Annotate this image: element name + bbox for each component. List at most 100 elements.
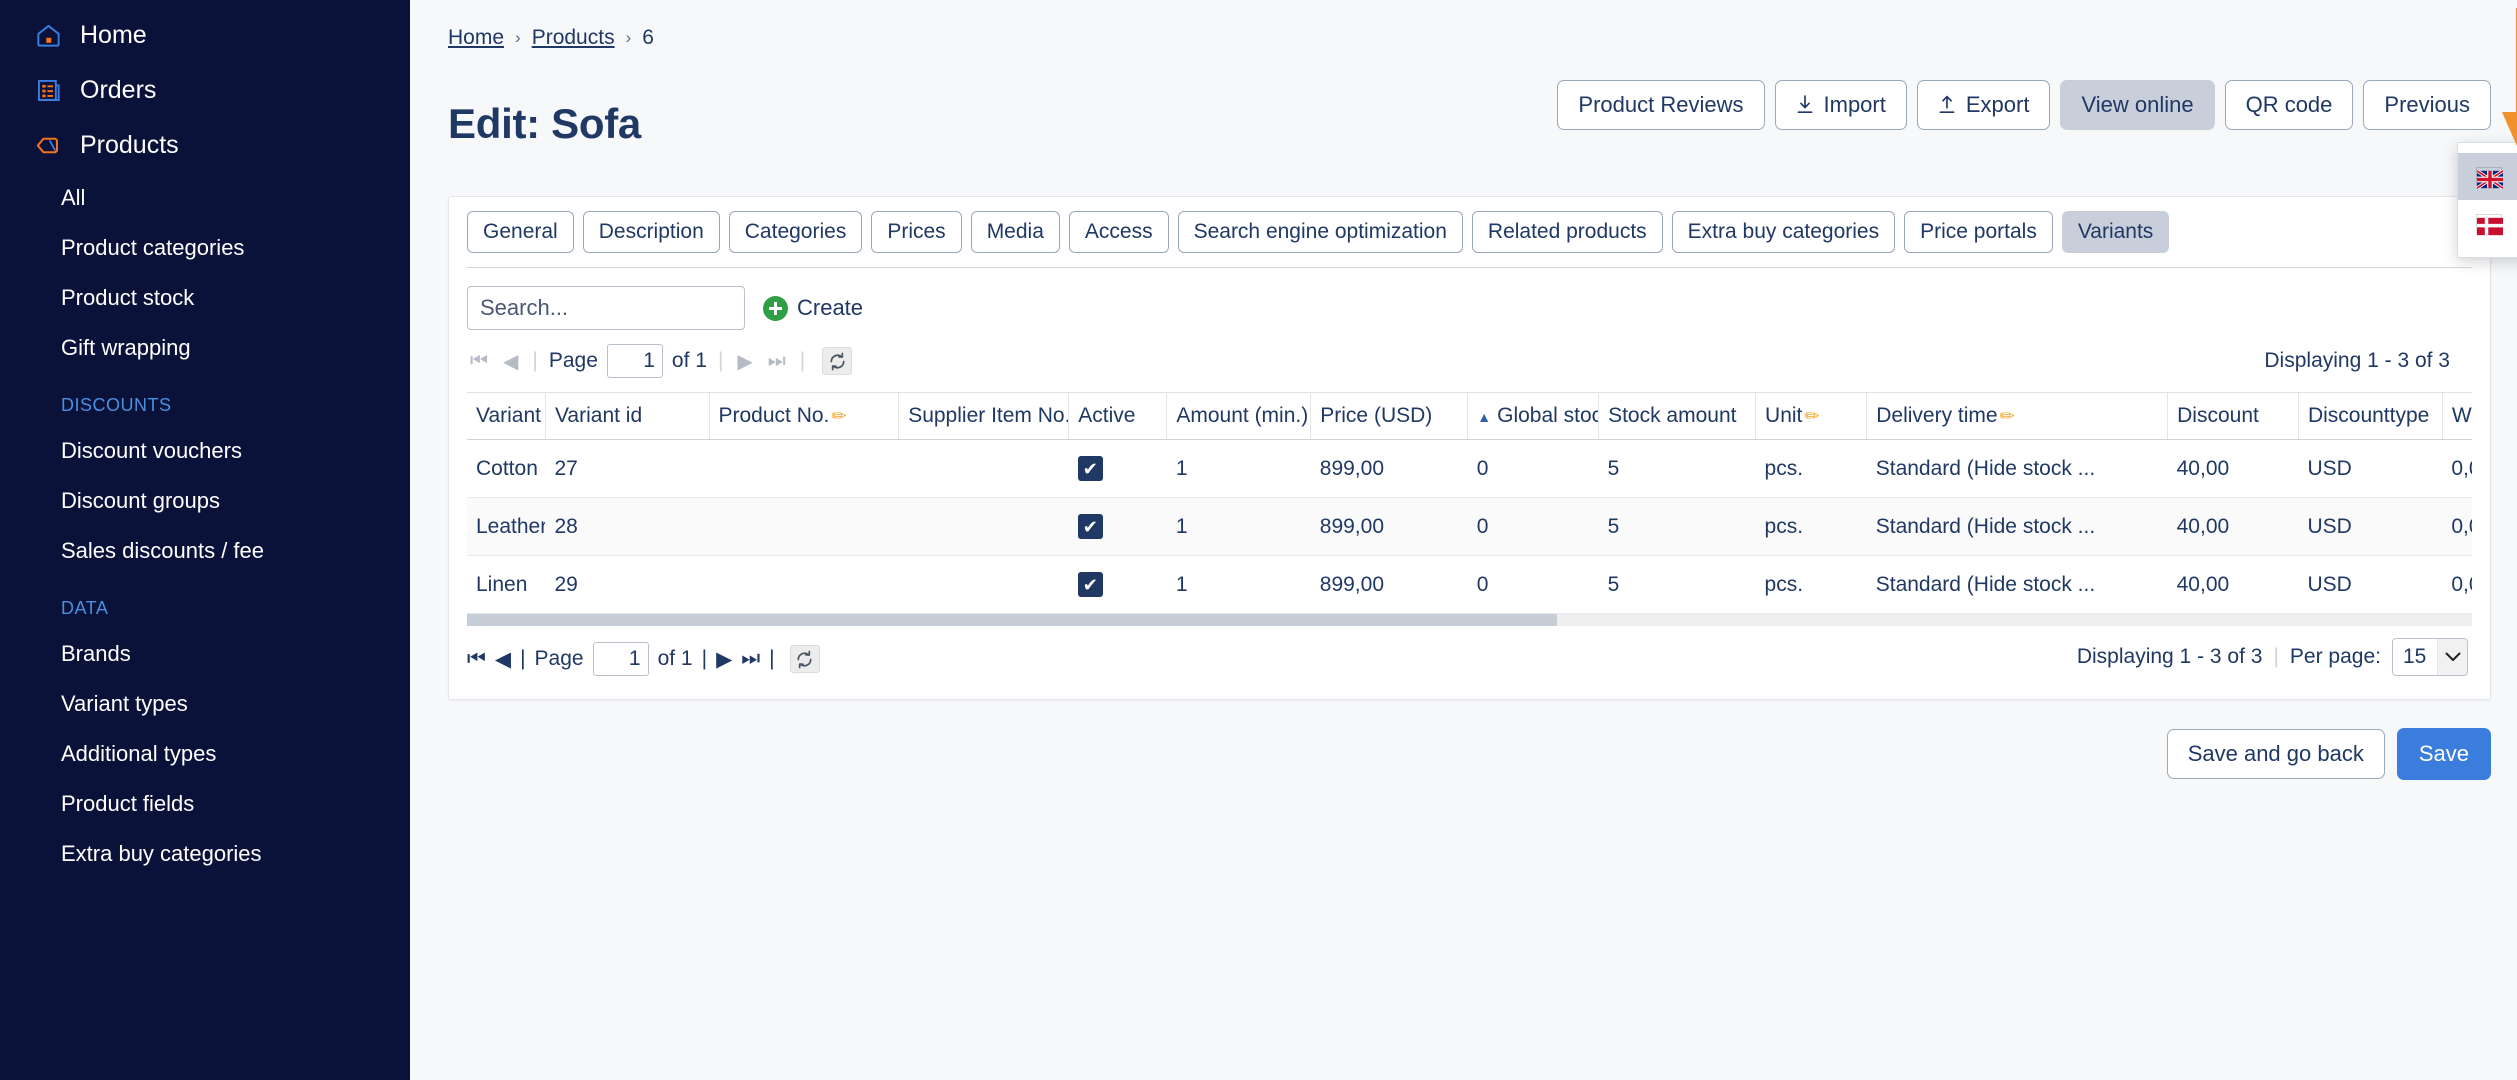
refresh-icon[interactable] — [789, 645, 820, 673]
column-header-global-stock[interactable]: ▲ Global stock — [1467, 393, 1600, 440]
breadcrumb-products[interactable]: Products — [532, 26, 615, 50]
next-page-icon[interactable]: ▶ — [734, 349, 755, 374]
refresh-icon[interactable] — [822, 347, 853, 375]
breadcrumb-home[interactable]: Home — [448, 26, 504, 50]
table-row[interactable]: Linen 29 ✔ 1 899,00 0 5 pcs. Standard (H… — [467, 555, 2472, 614]
scrollbar-thumb[interactable] — [467, 614, 1557, 626]
sidebar-item-home[interactable]: Home — [0, 8, 410, 63]
column-label: Supplier Item No. — [908, 404, 1069, 427]
edit-pencil-icon[interactable]: ✏ — [2000, 406, 2015, 426]
sidebar-item-brands[interactable]: Brands — [0, 629, 410, 679]
sidebar-item-discount-vouchers[interactable]: Discount vouchers — [0, 426, 410, 476]
edit-pencil-icon[interactable]: ✏ — [1804, 406, 1819, 426]
sidebar-item-gift-wrapping[interactable]: Gift wrapping — [0, 323, 410, 373]
tab-search-engine-optimization[interactable]: Search engine optimization — [1177, 211, 1463, 253]
next-page-icon[interactable]: ▶ — [716, 647, 732, 672]
cell-discounttype: USD — [2298, 497, 2443, 556]
column-header-product-no[interactable]: Product No. ✏ — [709, 393, 900, 440]
sidebar-item-discount-groups[interactable]: Discount groups — [0, 476, 410, 526]
active-checkbox[interactable]: ✔ — [1077, 572, 1103, 597]
export-button[interactable]: Export — [1916, 80, 2051, 131]
tab-related-products[interactable]: Related products — [1471, 211, 1663, 253]
tab-prices[interactable]: Prices — [871, 211, 962, 253]
last-page-icon[interactable]: ⏭ — [741, 647, 760, 671]
last-page-icon[interactable]: ⏭ — [765, 350, 789, 373]
cell-unit: pcs. — [1755, 555, 1867, 614]
column-header-discount[interactable]: Discount — [2167, 393, 2299, 440]
page-number-input[interactable] — [606, 344, 663, 378]
sidebar-item-products[interactable]: Products — [0, 118, 410, 173]
sidebar-item-orders[interactable]: Orders — [0, 63, 410, 118]
cell-product-no — [709, 555, 899, 614]
column-header-variant[interactable]: Variant — [467, 393, 546, 440]
column-label: Discount — [2177, 404, 2259, 427]
sidebar-item-additional-types[interactable]: Additional types — [0, 729, 410, 779]
column-header-weight-kg[interactable]: Weight kg — [2442, 393, 2472, 440]
tab-media[interactable]: Media — [970, 211, 1060, 253]
cell-unit: pcs. — [1755, 439, 1867, 498]
variants-table: Variant Variant id Product No. ✏ Supplier… — [467, 393, 2472, 614]
sidebar-item-all[interactable]: All — [0, 173, 410, 223]
view-online-button[interactable]: View online — [2060, 80, 2215, 131]
tab-extra-buy-categories[interactable]: Extra buy categories — [1671, 211, 1896, 253]
page-label: Page — [534, 647, 584, 670]
cell-global-stock: 0 — [1467, 439, 1599, 498]
previous-page-icon[interactable]: ◀ — [500, 349, 521, 374]
first-page-icon[interactable]: ⏮ — [467, 350, 491, 373]
sidebar-item-extra-buy-categories[interactable]: Extra buy categories — [0, 829, 410, 879]
column-header-amount-min[interactable]: Amount (min.) — [1166, 393, 1312, 440]
previous-button[interactable]: Previous — [2363, 80, 2491, 131]
pager-divider: | — [799, 349, 806, 372]
column-label: Product No. — [718, 404, 830, 427]
tab-variants[interactable]: Variants — [2061, 211, 2170, 253]
column-header-price-usd[interactable]: Price (USD) — [1310, 393, 1469, 440]
column-header-stock-amount[interactable]: Stock amount — [1598, 393, 1757, 440]
product-reviews-button[interactable]: Product Reviews — [1557, 80, 1765, 131]
tab-price-portals[interactable]: Price portals — [1904, 211, 2053, 253]
sidebar-item-product-categories[interactable]: Product categories — [0, 223, 410, 273]
table-row[interactable]: Leather 28 ✔ 1 899,00 0 5 pcs. Standard … — [467, 497, 2472, 556]
column-label: Unit — [1765, 404, 1803, 427]
uk-flag-icon — [2476, 167, 2504, 190]
cell-variant-id: 29 — [545, 555, 709, 614]
save-and-go-back-button[interactable]: Save and go back — [2166, 728, 2385, 780]
save-button[interactable]: Save — [2396, 728, 2491, 780]
create-button[interactable]: Create — [763, 295, 863, 321]
grid-toolbar: Create — [467, 286, 2472, 330]
column-header-active[interactable]: Active — [1068, 393, 1168, 440]
column-header-unit[interactable]: Unit ✏ — [1755, 393, 1868, 440]
sidebar-item-product-fields[interactable]: Product fields — [0, 779, 410, 829]
first-page-icon[interactable]: ⏮ — [467, 647, 486, 671]
tab-general[interactable]: General — [467, 211, 574, 253]
tag-icon — [34, 132, 62, 160]
column-header-variant-id[interactable]: Variant id — [545, 393, 710, 440]
pager-divider: | — [520, 647, 526, 670]
edit-pencil-icon[interactable]: ✏ — [831, 406, 846, 426]
tab-access[interactable]: Access — [1068, 211, 1169, 253]
language-option-dansk[interactable]: Dansk — [2458, 200, 2517, 247]
active-checkbox[interactable]: ✔ — [1077, 456, 1103, 481]
per-page-select[interactable]: 15 — [2392, 638, 2468, 676]
cell-discount: 40,00 — [2167, 439, 2299, 498]
tab-description[interactable]: Description — [582, 211, 720, 253]
tab-categories[interactable]: Categories — [728, 211, 863, 253]
cell-variant-id: 28 — [545, 497, 709, 556]
sidebar-item-sales-discounts-fee[interactable]: Sales discounts / fee — [0, 526, 410, 576]
cell-global-stock: 0 — [1467, 497, 1599, 556]
qr-code-button[interactable]: QR code — [2224, 80, 2354, 131]
import-button[interactable]: Import — [1774, 80, 1907, 131]
previous-page-icon[interactable]: ◀ — [495, 647, 511, 672]
column-header-delivery-time[interactable]: Delivery time ✏ — [1866, 393, 2169, 440]
language-option-english[interactable]: English — [2458, 153, 2517, 200]
column-header-supplier-item-no[interactable]: Supplier Item No. — [898, 393, 1070, 440]
horizontal-scrollbar[interactable] — [467, 614, 2472, 626]
active-checkbox[interactable]: ✔ — [1077, 514, 1103, 539]
sidebar-item-product-stock[interactable]: Product stock — [0, 273, 410, 323]
search-input[interactable] — [467, 286, 745, 330]
cell-active: ✔ — [1068, 439, 1167, 498]
table-row[interactable]: Cotton 27 ✔ 1 899,00 0 5 pcs. Standard (… — [467, 439, 2472, 498]
chevron-down-icon[interactable] — [2437, 639, 2467, 675]
column-header-discounttype[interactable]: Discounttype — [2298, 393, 2443, 440]
page-number-input[interactable] — [592, 642, 649, 676]
sidebar-item-variant-types[interactable]: Variant types — [0, 679, 410, 729]
